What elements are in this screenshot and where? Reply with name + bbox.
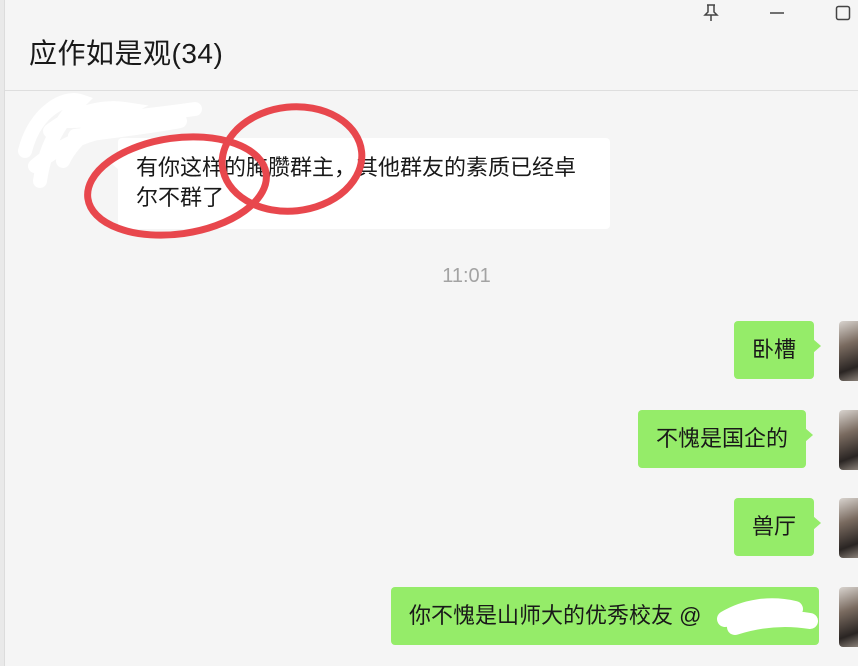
message-list[interactable]: 秋枝 有你这样的腌臜群主，其他群友的素质已经卓尔不群了 11:01 卧槽 不愧是… [5,91,858,666]
outgoing-message[interactable]: 你不愧是山师大的优秀校友 @ [391,587,819,645]
outgoing-message[interactable]: 卧槽 [734,321,822,379]
sender-name: 秋枝 [140,116,167,131]
maximize-icon [835,5,851,21]
avatar[interactable] [839,587,858,647]
message-timestamp: 11:01 [442,265,491,287]
outgoing-message-text: 兽厅 [752,514,797,539]
avatar[interactable] [839,410,858,470]
avatar[interactable] [839,498,858,558]
minimize-button[interactable] [761,0,793,26]
avatar[interactable] [839,321,858,381]
outgoing-message-text: 不愧是国企的 [656,426,789,451]
outgoing-message-text: 你不愧是山师大的优秀校友 @ [409,603,702,628]
outgoing-message-text: 卧槽 [752,337,797,362]
minimize-icon [770,12,784,14]
incoming-message[interactable]: 有你这样的腌臜群主，其他群友的素质已经卓尔不群了 [111,138,610,229]
outgoing-message[interactable]: 不愧是国企的 [638,410,814,468]
pin-icon [703,4,719,21]
chat-header: 应作如是观(34) [5,0,858,91]
maximize-button[interactable] [827,0,858,26]
incoming-message-text: 有你这样的腌臜群主，其他群友的素质已经卓尔不群了 [136,155,577,210]
pin-button[interactable] [695,0,727,26]
outgoing-message[interactable]: 兽厅 [734,498,822,556]
chat-title: 应作如是观(34) [29,38,224,69]
